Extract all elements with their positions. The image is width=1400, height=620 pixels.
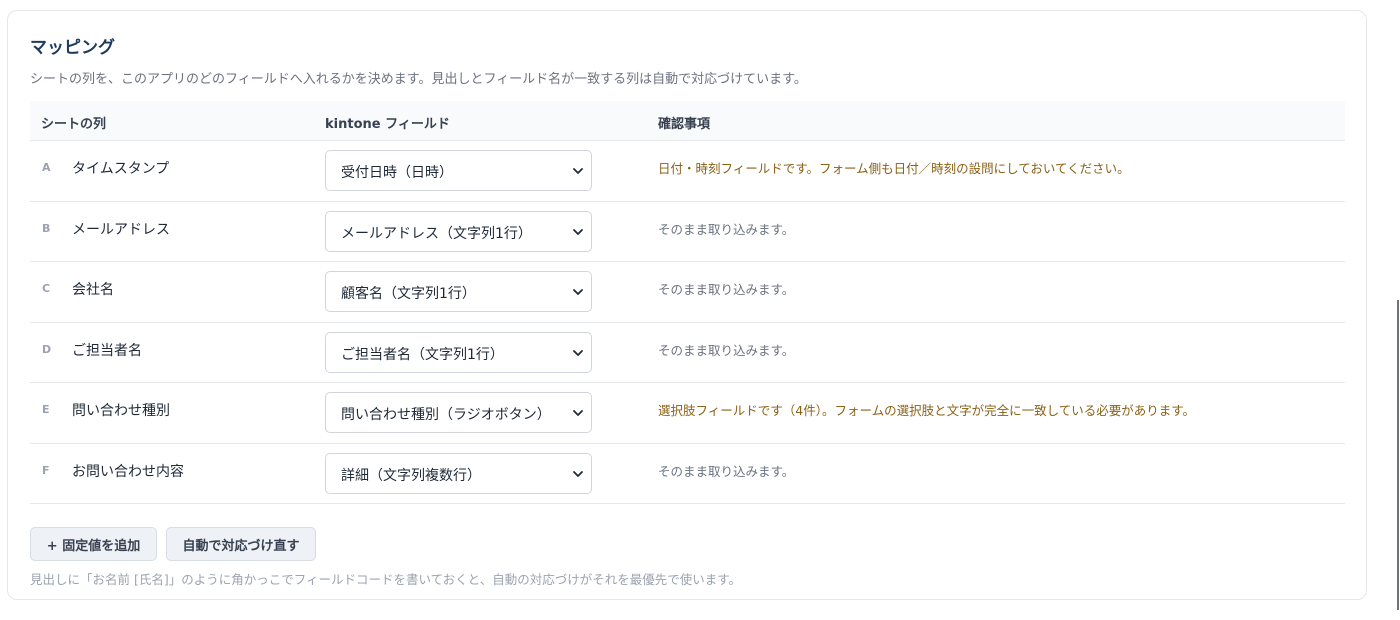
column-name: ご担当者名 bbox=[72, 342, 142, 359]
kintone-field-select[interactable]: 問い合わせ種別（ラジオボタン） bbox=[325, 392, 592, 433]
selected-field: 受付日時（日時） bbox=[341, 165, 453, 181]
column-letter: B bbox=[42, 221, 51, 235]
kintone-field-select[interactable]: ご担当者名（文字列1行） bbox=[325, 331, 592, 373]
kintone-field-select[interactable]: メールアドレス（文字列1行） bbox=[325, 210, 592, 252]
chevron-down-icon bbox=[573, 349, 583, 356]
footer-hint: 見出しに「お名前 [氏名]」のように角かっこでフィールドコードを書いておくと、自… bbox=[30, 572, 741, 587]
column-name: メールアドレス bbox=[72, 221, 170, 238]
table-row: E 問い合わせ種別 問い合わせ種別（ラジオボタン） 選択肢フィールドです（4件）… bbox=[30, 383, 1345, 444]
chevron-down-icon bbox=[573, 470, 583, 477]
column-letter: E bbox=[42, 403, 50, 416]
row-note: 日付・時刻フィールドです。フォーム側も日付／時刻の設問にしておいてください。 bbox=[658, 161, 1130, 176]
selected-field: 顧客名（文字列1行） bbox=[341, 286, 476, 302]
row-note: そのまま取り込みます。 bbox=[658, 463, 795, 479]
table-body: A タイムスタンプ 受付日時（日時） 日付・時刻フィールドです。フォーム側も日付… bbox=[30, 141, 1345, 504]
header-notes: 確認事項 bbox=[658, 117, 711, 132]
column-name: タイムスタンプ bbox=[72, 161, 170, 177]
table-row: D ご担当者名 ご担当者名（文字列1行） そのまま取り込みます。 bbox=[30, 323, 1345, 383]
header-kintone-field: kintone フィールド bbox=[325, 117, 450, 132]
header-sheet-column: シートの列 bbox=[41, 117, 107, 132]
column-name: 問い合わせ種別 bbox=[72, 403, 170, 419]
chevron-down-icon bbox=[573, 410, 583, 416]
chevron-down-icon bbox=[573, 289, 583, 295]
table-row: C 会社名 顧客名（文字列1行） そのまま取り込みます。 bbox=[30, 262, 1345, 323]
section-description: シートの列を、このアプリのどのフィールドへ入れるかを決めます。見出しとフィールド… bbox=[30, 72, 807, 87]
column-name: お問い合わせ内容 bbox=[72, 463, 184, 480]
scrollbar[interactable] bbox=[1397, 300, 1399, 610]
selected-field: 詳細（文字列複数行） bbox=[341, 467, 481, 484]
row-note: そのまま取り込みます。 bbox=[658, 282, 795, 297]
kintone-field-select[interactable]: 受付日時（日時） bbox=[325, 150, 592, 191]
kintone-field-select[interactable]: 詳細（文字列複数行） bbox=[325, 452, 592, 494]
row-note: そのまま取り込みます。 bbox=[658, 221, 795, 237]
column-letter: A bbox=[42, 161, 51, 174]
table-row: B メールアドレス メールアドレス（文字列1行） そのまま取り込みます。 bbox=[30, 202, 1345, 262]
mapping-table: シートの列 kintone フィールド 確認事項 A タイムスタンプ 受付日時（… bbox=[30, 101, 1345, 504]
kintone-field-select[interactable]: 顧客名（文字列1行） bbox=[325, 271, 592, 312]
column-letter: F bbox=[42, 463, 50, 477]
column-letter: D bbox=[42, 342, 52, 356]
section-title: マッピング bbox=[30, 38, 115, 58]
auto-map-button[interactable]: 自動で対応づけ直す bbox=[166, 527, 316, 561]
chevron-down-icon bbox=[573, 168, 583, 174]
table-row: A タイムスタンプ 受付日時（日時） 日付・時刻フィールドです。フォーム側も日付… bbox=[30, 141, 1345, 202]
add-fixed-value-button[interactable]: + 固定値を追加 bbox=[30, 527, 157, 561]
table-row: F お問い合わせ内容 詳細（文字列複数行） そのまま取り込みます。 bbox=[30, 444, 1345, 504]
selected-field: ご担当者名（文字列1行） bbox=[341, 346, 504, 363]
selected-field: メールアドレス（文字列1行） bbox=[341, 225, 532, 242]
chevron-down-icon bbox=[573, 228, 583, 235]
column-name: 会社名 bbox=[72, 282, 114, 298]
table-header: シートの列 kintone フィールド 確認事項 bbox=[30, 101, 1345, 141]
row-note: そのまま取り込みます。 bbox=[658, 342, 795, 358]
selected-field: 問い合わせ種別（ラジオボタン） bbox=[341, 407, 551, 423]
column-letter: C bbox=[42, 282, 51, 295]
row-note: 選択肢フィールドです（4件）。フォームの選択肢と文字が完全に一致している必要があ… bbox=[658, 403, 1195, 418]
mapping-card: マッピング シートの列を、このアプリのどのフィールドへ入れるかを決めます。見出し… bbox=[7, 10, 1367, 600]
